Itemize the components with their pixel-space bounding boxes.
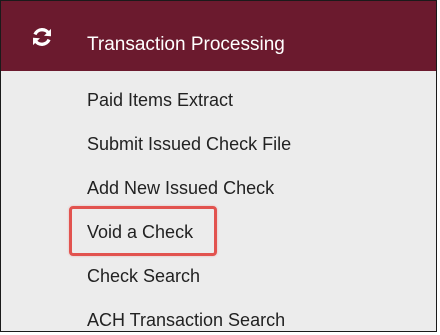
refresh-icon	[31, 26, 53, 48]
section-title: Transaction Processing	[87, 34, 285, 55]
menu-item-add-new-issued-check[interactable]: Add New Issued Check	[87, 178, 274, 198]
section-header[interactable]: Transaction Processing	[1, 1, 436, 71]
menu-item-ach-transaction-search[interactable]: ACH Transaction Search	[87, 310, 285, 330]
menu-item-submit-issued-check-file[interactable]: Submit Issued Check File	[87, 134, 291, 154]
transaction-processing-panel: Transaction Processing Paid Items Extrac…	[0, 0, 437, 332]
menu-item-paid-items-extract[interactable]: Paid Items Extract	[87, 90, 233, 110]
menu-item-check-search[interactable]: Check Search	[87, 266, 200, 286]
highlight-box	[69, 206, 217, 256]
